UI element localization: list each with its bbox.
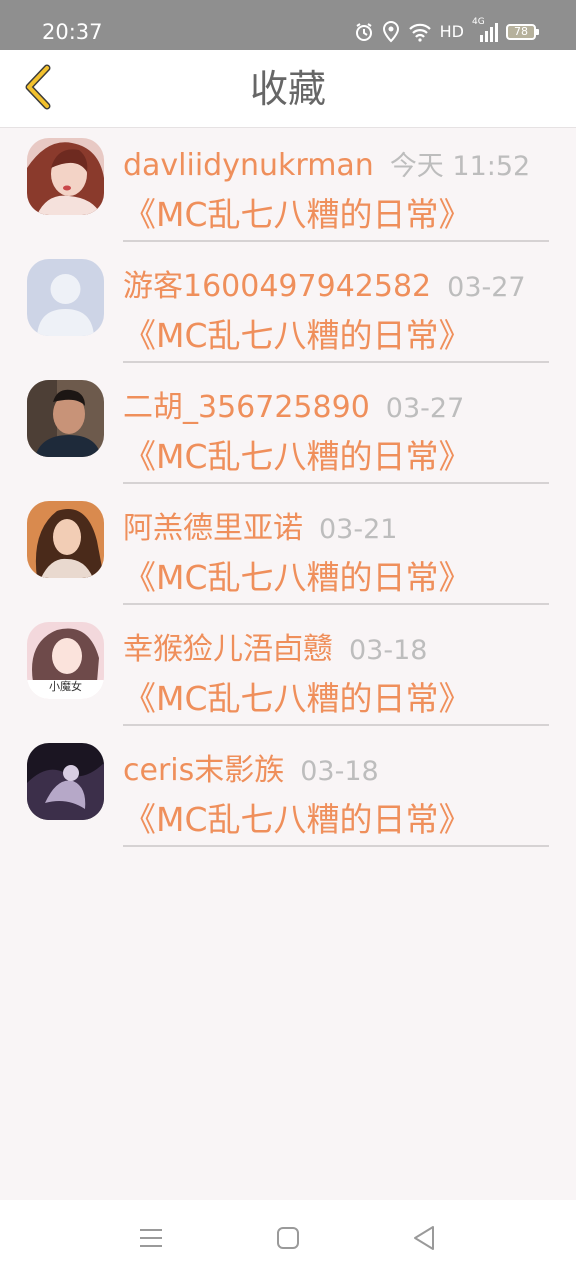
book-title[interactable]: 《MC乱七八糟的日常》 [123, 557, 472, 599]
menu-button[interactable] [135, 1224, 167, 1256]
home-square-icon [276, 1226, 300, 1254]
avatar-caption: 小魔女 [49, 680, 82, 693]
divider [123, 603, 549, 605]
menu-icon [138, 1226, 164, 1254]
timestamp: 03-27 [385, 393, 465, 424]
location-icon [382, 21, 400, 43]
avatar: 小魔女 [27, 622, 104, 699]
list-item[interactable]: 小魔女 幸猴猃儿浯卣戆 03-18 《MC乱七八糟的日常》 [0, 612, 576, 733]
username[interactable]: 二胡_356725890 [123, 388, 370, 428]
username[interactable]: 阿羔德里亚诺 [123, 509, 303, 549]
list-item[interactable]: ceris末影族 03-18 《MC乱七八糟的日常》 [0, 733, 576, 854]
username[interactable]: 游客1600497942582 [123, 267, 431, 307]
avatar [27, 743, 104, 820]
item-header: 游客1600497942582 03-27 [123, 267, 556, 307]
item-header: davliidynukrman 今天 11:52 [123, 146, 556, 186]
status-time: 20:37 [42, 20, 103, 44]
item-header: 二胡_356725890 03-27 [123, 388, 556, 428]
navigation-bar [0, 1200, 576, 1280]
list-item[interactable]: davliidynukrman 今天 11:52 《MC乱七八糟的日常》 [0, 128, 576, 249]
divider [123, 240, 549, 242]
favorites-list: davliidynukrman 今天 11:52 《MC乱七八糟的日常》 游客1… [0, 128, 576, 854]
item-header: ceris末影族 03-18 [123, 751, 556, 791]
status-bar: 20:37 HD 4G 78 [0, 0, 576, 50]
username[interactable]: davliidynukrman [123, 146, 374, 186]
avatar [27, 380, 104, 457]
battery-level: 78 [514, 25, 528, 38]
timestamp: 03-18 [349, 635, 428, 666]
timestamp: 03-27 [447, 272, 526, 303]
list-item[interactable]: 二胡_356725890 03-27 《MC乱七八糟的日常》 [0, 370, 576, 491]
divider [123, 482, 549, 484]
home-button[interactable] [272, 1224, 304, 1256]
timestamp: 03-21 [319, 514, 398, 545]
book-title[interactable]: 《MC乱七八糟的日常》 [123, 436, 472, 478]
status-icons: HD 4G 78 [354, 17, 539, 46]
header: 收藏 [0, 50, 576, 128]
divider [123, 845, 549, 847]
alarm-icon [354, 22, 374, 42]
username[interactable]: 幸猴猃儿浯卣戆 [123, 630, 333, 670]
avatar [27, 259, 104, 336]
username[interactable]: ceris末影族 [123, 751, 284, 791]
item-header: 阿羔德里亚诺 03-21 [123, 509, 556, 549]
avatar [27, 138, 104, 215]
item-header: 幸猴猃儿浯卣戆 03-18 [123, 630, 556, 670]
book-title[interactable]: 《MC乱七八糟的日常》 [123, 678, 472, 720]
divider [123, 724, 549, 726]
back-nav-button[interactable] [408, 1224, 440, 1256]
book-title[interactable]: 《MC乱七八糟的日常》 [123, 315, 472, 357]
battery-icon: 78 [506, 24, 539, 40]
avatar [27, 501, 104, 578]
timestamp: 今天 11:52 [389, 151, 531, 182]
back-triangle-icon [412, 1225, 436, 1255]
network-label: HD [439, 22, 464, 41]
book-title[interactable]: 《MC乱七八糟的日常》 [123, 799, 472, 841]
book-title[interactable]: 《MC乱七八糟的日常》 [123, 194, 472, 236]
timestamp: 03-18 [300, 756, 379, 787]
signal-label: 4G [472, 17, 485, 27]
divider [123, 361, 549, 363]
wifi-icon [408, 22, 432, 42]
list-item[interactable]: 阿羔德里亚诺 03-21 《MC乱七八糟的日常》 [0, 491, 576, 612]
page-title: 收藏 [249, 67, 326, 111]
list-item[interactable]: 游客1600497942582 03-27 《MC乱七八糟的日常》 [0, 249, 576, 370]
signal-icon: 4G [472, 17, 498, 43]
